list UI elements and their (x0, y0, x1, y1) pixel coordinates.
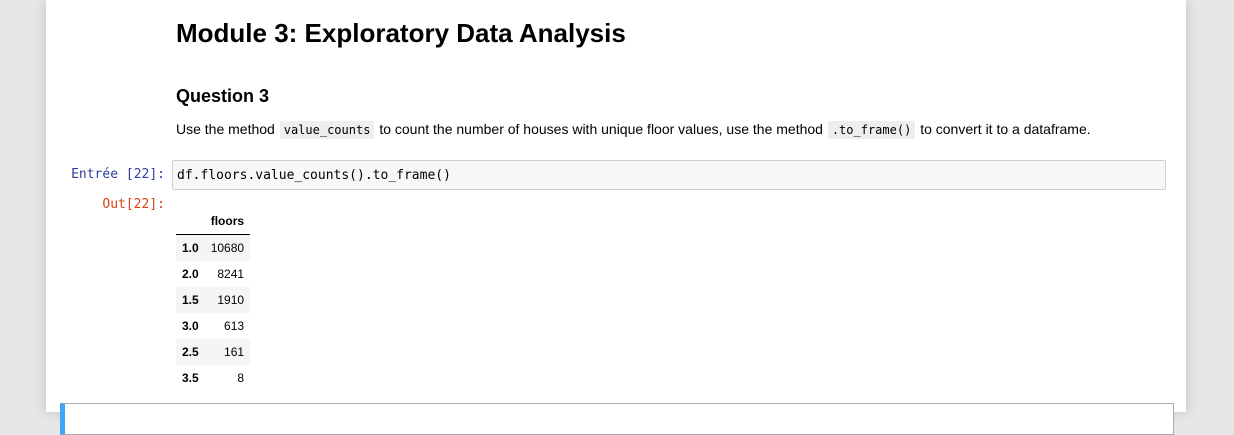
table-row: 1.0 10680 (176, 234, 251, 261)
row-index: 1.0 (182, 241, 199, 255)
table-row: 2.0 8241 (176, 261, 250, 287)
row-index: 2.0 (182, 267, 199, 281)
row-index: 2.5 (182, 345, 199, 359)
inline-code-value-counts: value_counts (279, 121, 375, 139)
row-index: 1.5 (182, 293, 199, 307)
module-heading: Module 3: Exploratory Data Analysis (176, 18, 626, 48)
description-text-2: to count the number of houses with uniqu… (375, 121, 827, 137)
inline-code-to-frame: .to_frame() (827, 121, 916, 139)
row-value: 1910 (217, 293, 245, 307)
input-prompt: Entrée [22]: (71, 167, 165, 182)
notebook-container: Module 3: Exploratory Data Analysis Ques… (46, 0, 1186, 435)
row-value: 8241 (217, 267, 245, 281)
dataframe-table: floors 1.0 10680 2.0 8241 1.5 1910 3.0 6… (176, 208, 251, 391)
description-text-1: Use the method (176, 121, 279, 137)
code-text[interactable]: df.floors.value_counts().to_frame() (177, 168, 451, 183)
row-value: 161 (224, 345, 245, 359)
table-row: 3.0 613 (176, 313, 250, 339)
output-area: floors 1.0 10680 2.0 8241 1.5 1910 3.0 6… (176, 208, 251, 391)
question-description: Use the method value_counts to count the… (176, 121, 1091, 139)
table-row: 1.5 1910 (176, 287, 251, 313)
code-input-area[interactable]: df.floors.value_counts().to_frame() (172, 160, 1166, 190)
index-header (176, 208, 205, 235)
description-text-3: to convert it to a dataframe. (916, 121, 1091, 137)
row-value: 613 (224, 319, 245, 333)
column-header-floors: floors (204, 208, 251, 235)
next-cell-selected[interactable] (60, 403, 1174, 435)
row-value: 8 (237, 371, 245, 385)
table-row: 2.5 161 (176, 339, 251, 365)
question-heading: Question 3 (176, 86, 270, 106)
output-prompt: Out[22]: (102, 197, 165, 212)
table-header-row: floors (176, 208, 251, 235)
row-value: 10680 (210, 241, 245, 255)
row-index: 3.5 (182, 371, 199, 385)
table-row: 3.5 8 (176, 365, 250, 391)
row-index: 3.0 (182, 319, 199, 333)
